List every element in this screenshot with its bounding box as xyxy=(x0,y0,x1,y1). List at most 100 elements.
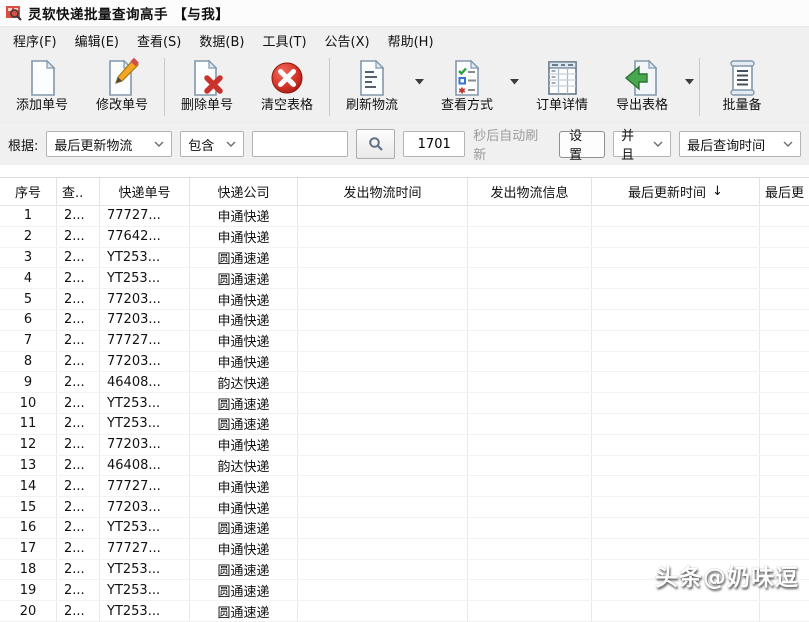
cell-last-update xyxy=(592,476,760,496)
cell-tracking: 77203... xyxy=(100,289,190,309)
cell-last-update2 xyxy=(760,248,809,268)
refresh-logistics-dropdown[interactable] xyxy=(412,55,427,85)
search-input[interactable] xyxy=(252,131,348,157)
chevron-down-icon xyxy=(653,141,663,147)
table-row[interactable]: 32...YT253...圆通速递 xyxy=(0,248,809,269)
export-table-dropdown[interactable] xyxy=(682,55,697,85)
column-header-seq[interactable]: 序号 xyxy=(0,178,57,205)
table-row[interactable]: 62...77203...申通快递 xyxy=(0,310,809,331)
sort-field-value: 最后查询时间 xyxy=(687,135,765,154)
table-row[interactable]: 12...77727...申通快递 xyxy=(0,206,809,227)
table-row[interactable]: 92...46408...韵达快递 xyxy=(0,372,809,393)
clear-table-icon xyxy=(269,58,305,98)
cell-ship-time xyxy=(298,601,468,621)
cell-ship-info xyxy=(468,518,592,538)
search-button[interactable] xyxy=(356,129,395,159)
cell-company: 申通快递 xyxy=(190,331,298,351)
cell-last-update2 xyxy=(760,601,809,621)
add-order-button[interactable]: 添加单号 xyxy=(2,55,82,114)
cell-last-update xyxy=(592,227,760,247)
cell-c2: 2... xyxy=(57,414,100,434)
menu-item-help[interactable]: 帮助(H) xyxy=(379,27,443,54)
cell-company: 圆通速递 xyxy=(190,560,298,580)
table-row[interactable]: 162...YT253...圆通速递 xyxy=(0,518,809,539)
cell-ship-info xyxy=(468,393,592,413)
table-row[interactable]: 42...YT253...圆通速递 xyxy=(0,268,809,289)
menu-item-view[interactable]: 查看(S) xyxy=(128,27,190,54)
logic-select[interactable]: 并且 xyxy=(613,131,671,157)
window-title: 灵软快递批量查询高手 【与我】 xyxy=(28,3,229,23)
cell-ship-time xyxy=(298,435,468,455)
toolbar-button-label: 批量备 xyxy=(722,98,761,114)
table-row[interactable]: 152...77203...申通快递 xyxy=(0,497,809,518)
cell-c2: 2... xyxy=(57,372,100,392)
table-row[interactable]: 102...YT253...圆通速递 xyxy=(0,393,809,414)
table-row[interactable]: 52...77203...申通快递 xyxy=(0,289,809,310)
cell-seq: 6 xyxy=(0,310,57,330)
cell-seq: 14 xyxy=(0,476,57,496)
orders-table: 序号 查.. 快递单号 快递公司 发出物流时间 发出物流信息 最后更新时间 ↓ … xyxy=(0,165,809,622)
column-header-last-update[interactable]: 最后更新时间 ↓ xyxy=(592,178,760,205)
view-mode-dropdown[interactable] xyxy=(507,55,522,85)
cell-seq: 9 xyxy=(0,372,57,392)
cell-last-update xyxy=(592,435,760,455)
countdown-hint: 秒后自动刷新 xyxy=(473,125,551,163)
cell-tracking: YT253... xyxy=(100,560,190,580)
menu-item-data[interactable]: 数据(B) xyxy=(190,27,253,54)
refresh-logistics-button[interactable]: 刷新物流 xyxy=(332,55,412,114)
cell-last-update xyxy=(592,393,760,413)
table-row[interactable]: 202...YT253...圆通速递 xyxy=(0,601,809,622)
cell-ship-info xyxy=(468,248,592,268)
table-row[interactable]: 142...77727...申通快递 xyxy=(0,476,809,497)
cell-seq: 4 xyxy=(0,268,57,288)
table-row[interactable]: 22...77642...申通快递 xyxy=(0,227,809,248)
cell-tracking: YT253... xyxy=(100,580,190,600)
cell-tracking: 77727... xyxy=(100,539,190,559)
menu-item-tools[interactable]: 工具(T) xyxy=(253,27,315,54)
cell-c2: 2... xyxy=(57,289,100,309)
column-header-last-update2[interactable]: 最后更 xyxy=(760,178,809,205)
cell-last-update2 xyxy=(760,497,809,517)
cell-company: 韵达快递 xyxy=(190,456,298,476)
delete-order-button[interactable]: 删除单号 xyxy=(167,55,247,114)
column-header-company[interactable]: 快递公司 xyxy=(190,178,298,205)
cell-ship-info xyxy=(468,414,592,434)
order-detail-button[interactable]: 订单详情 xyxy=(522,55,602,114)
menu-item-notice[interactable]: 公告(X) xyxy=(316,27,379,54)
cell-ship-time xyxy=(298,372,468,392)
export-table-button[interactable]: 导出表格 xyxy=(602,55,682,114)
table-row[interactable]: 112...YT253...圆通速递 xyxy=(0,414,809,435)
edit-order-button[interactable]: 修改单号 xyxy=(82,55,162,114)
view-mode-button[interactable]: 查看方式 xyxy=(427,55,507,114)
sort-field-select[interactable]: 最后查询时间 xyxy=(679,131,801,157)
table-row[interactable]: 122...77203...申通快递 xyxy=(0,435,809,456)
cell-ship-info xyxy=(468,310,592,330)
cell-last-update xyxy=(592,331,760,351)
table-row[interactable]: 132...46408...韵达快递 xyxy=(0,456,809,477)
table-row[interactable]: 72...77727...申通快递 xyxy=(0,331,809,352)
cell-last-update xyxy=(592,456,760,476)
filter-operator-select[interactable]: 包含 xyxy=(180,131,244,157)
chevron-down-icon xyxy=(783,141,793,147)
column-header-c2[interactable]: 查.. xyxy=(57,178,100,205)
cell-c2: 2... xyxy=(57,435,100,455)
table-row[interactable]: 172...77727...申通快递 xyxy=(0,539,809,560)
column-header-ship-info[interactable]: 发出物流信息 xyxy=(468,178,592,205)
settings-button[interactable]: 设置 xyxy=(559,131,605,158)
filter-field-select[interactable]: 最后更新物流 xyxy=(46,131,172,157)
menu-item-edit[interactable]: 编辑(E) xyxy=(66,27,128,54)
menu-item-program[interactable]: 程序(F) xyxy=(4,27,66,54)
filter-bar: 根据: 最后更新物流 包含 秒后自动刷新 设置 并且 最后查询时间 xyxy=(0,122,809,165)
cell-ship-info xyxy=(468,206,592,226)
column-header-tracking[interactable]: 快递单号 xyxy=(100,178,190,205)
cell-seq: 2 xyxy=(0,227,57,247)
clear-table-button[interactable]: 清空表格 xyxy=(247,55,327,114)
table-row[interactable]: 82...77203...申通快递 xyxy=(0,352,809,373)
countdown-input[interactable] xyxy=(403,131,465,157)
cell-c2: 2... xyxy=(57,456,100,476)
cell-seq: 1 xyxy=(0,206,57,226)
toolbar-button-label: 修改单号 xyxy=(96,98,148,114)
batch-note-button[interactable]: 批量备 xyxy=(702,55,782,114)
column-header-ship-time[interactable]: 发出物流时间 xyxy=(298,178,468,205)
cell-last-update2 xyxy=(760,476,809,496)
